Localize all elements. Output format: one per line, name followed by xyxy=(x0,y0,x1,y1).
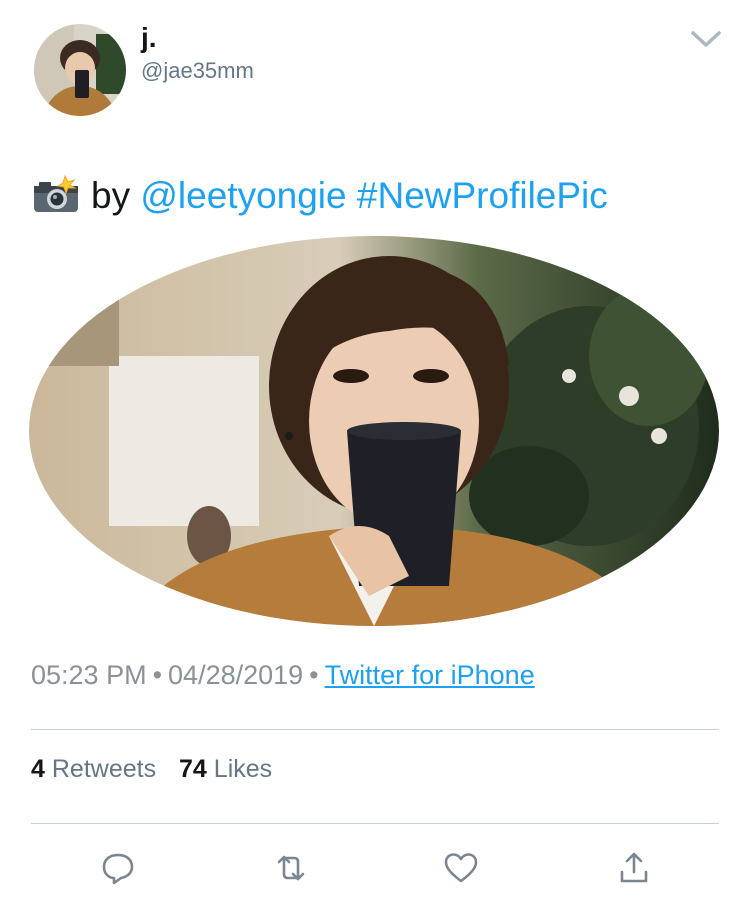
retweets-label[interactable]: Retweets xyxy=(52,755,156,783)
tweet-photo[interactable] xyxy=(29,236,719,626)
tweet-source-link[interactable]: Twitter for iPhone xyxy=(325,660,535,690)
reply-icon[interactable] xyxy=(100,850,136,886)
retweets-count[interactable]: 4 xyxy=(31,755,45,783)
avatar[interactable] xyxy=(34,24,126,116)
share-icon[interactable] xyxy=(616,850,652,886)
likes-count[interactable]: 74 xyxy=(179,755,207,783)
chevron-down-icon[interactable] xyxy=(690,28,722,50)
tweet-text: by @leetyongie #NewProfilePic xyxy=(31,172,608,220)
display-name[interactable]: j. xyxy=(141,22,157,54)
divider xyxy=(31,729,719,730)
camera-flash-icon xyxy=(31,174,81,214)
mention-link[interactable]: @leetyongie xyxy=(140,175,346,216)
like-icon[interactable] xyxy=(443,850,479,886)
user-handle[interactable]: @jae35mm xyxy=(141,58,254,84)
tweet-date: 04/28/2019 xyxy=(168,660,304,690)
tweet-time: 05:23 PM xyxy=(31,660,147,690)
likes-label[interactable]: Likes xyxy=(214,755,272,783)
meta-separator: • xyxy=(152,660,163,690)
divider xyxy=(31,823,719,824)
tweet-stats: 4 Retweets 74 Likes xyxy=(31,752,272,786)
hashtag-link[interactable]: #NewProfilePic xyxy=(357,175,608,216)
retweet-icon[interactable] xyxy=(273,850,309,886)
meta-separator: • xyxy=(309,660,319,690)
tweet-by-text: by xyxy=(91,175,131,216)
tweet-meta: 05:23 PM • 04/28/2019 • Twitter for iPhone xyxy=(31,657,535,693)
